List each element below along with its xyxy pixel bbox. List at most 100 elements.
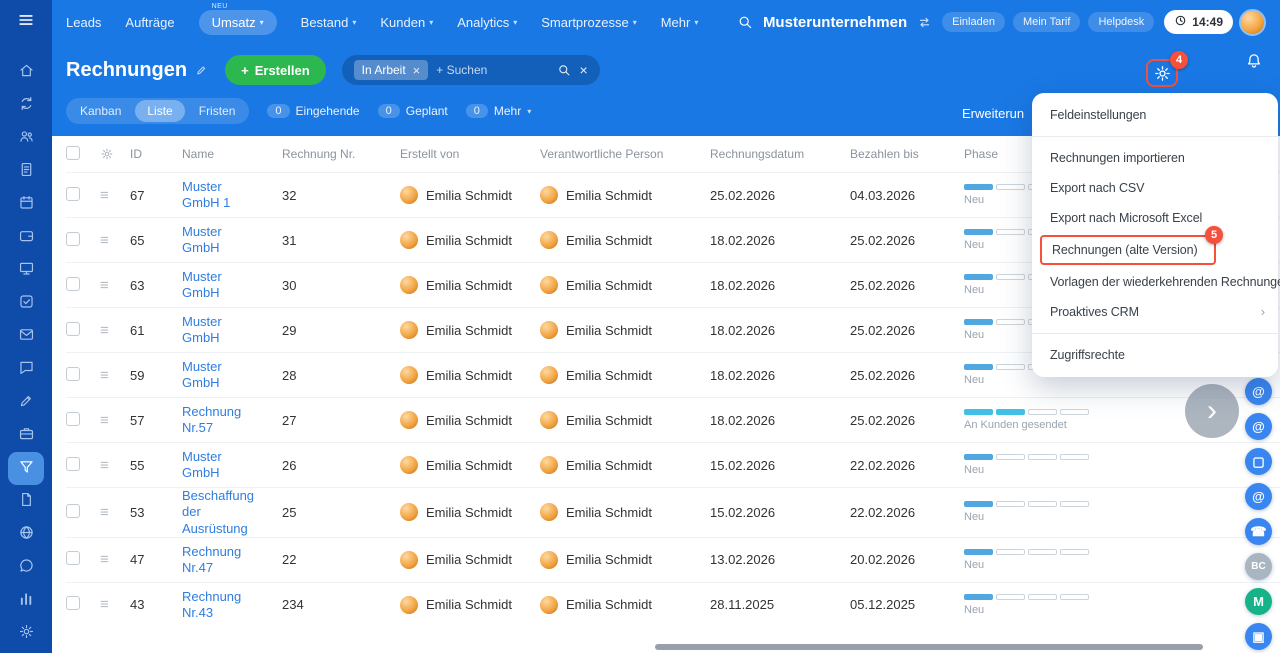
topnav-item[interactable]: Bestand▾ — [301, 15, 357, 30]
rail-button-avatar-bc[interactable]: BC — [1245, 553, 1272, 580]
table-row[interactable]: ≡53Beschaffung der Ausrüstung25Emilia Sc… — [66, 487, 1280, 537]
row-checkbox[interactable] — [66, 551, 80, 565]
drag-handle-icon[interactable]: ≡ — [100, 457, 130, 474]
sidebar-item-wallet[interactable] — [8, 221, 44, 254]
row-checkbox[interactable] — [66, 457, 80, 471]
menu-item-8[interactable]: Zugriffsrechte — [1032, 340, 1278, 370]
table-row[interactable]: ≡55Muster GmbH26Emilia SchmidtEmilia Sch… — [66, 442, 1280, 487]
topnav-item[interactable]: Aufträge — [125, 15, 174, 30]
rail-button-phone[interactable]: ☎ — [1245, 518, 1272, 545]
sidebar-item-calendar[interactable] — [8, 188, 44, 221]
drag-handle-icon[interactable]: ≡ — [100, 277, 130, 294]
column-header[interactable]: ID — [130, 147, 182, 161]
invoice-link[interactable]: Muster GmbH — [182, 269, 262, 302]
invoice-link[interactable]: Muster GmbH — [182, 449, 262, 482]
sidebar-item-home[interactable] — [8, 56, 44, 89]
phase-cell[interactable]: An Kunden gesendet — [964, 409, 1199, 431]
search-input[interactable]: + Suchen — [436, 63, 549, 77]
menu-item-2[interactable]: Rechnungen importieren — [1032, 143, 1278, 173]
rail-button-screenshare[interactable]: ▢ — [1245, 448, 1272, 475]
topnav-item[interactable]: Analytics▾ — [457, 15, 517, 30]
column-header[interactable]: Rechnung Nr. — [282, 147, 400, 161]
sidebar-menu-button[interactable] — [0, 0, 52, 44]
rail-button-copilot[interactable]: @ — [1245, 378, 1272, 405]
drag-handle-icon[interactable]: ≡ — [100, 187, 130, 204]
invoice-link[interactable]: Muster GmbH 1 — [182, 179, 262, 212]
menu-item-4[interactable]: Export nach Microsoft Excel — [1032, 203, 1278, 233]
column-header[interactable]: Verantwortliche Person — [540, 147, 710, 161]
row-checkbox[interactable] — [66, 187, 80, 201]
sidebar-item-users[interactable] — [8, 122, 44, 155]
rail-button-avatar-m[interactable]: M — [1245, 588, 1272, 615]
invoice-link[interactable]: Muster GmbH — [182, 224, 262, 257]
phase-cell[interactable]: Neu — [964, 594, 1199, 616]
topnav-item[interactable]: Kunden▾ — [380, 15, 433, 30]
invoice-link[interactable]: Muster GmbH — [182, 359, 262, 392]
menu-item-3[interactable]: Export nach CSV — [1032, 173, 1278, 203]
columns-settings-icon[interactable] — [100, 147, 130, 161]
column-header[interactable]: Name — [182, 147, 282, 161]
sidebar-item-settings[interactable] — [8, 617, 44, 650]
sidebar-item-messenger[interactable] — [8, 551, 44, 584]
avatar[interactable] — [1239, 9, 1266, 36]
sidebar-item-monitor[interactable] — [8, 254, 44, 287]
phase-cell[interactable]: Neu — [964, 549, 1199, 571]
invoice-link[interactable]: Muster GmbH — [182, 314, 262, 347]
quick-button-mein-tarif[interactable]: Mein Tarif — [1013, 12, 1080, 32]
horizontal-scrollbar[interactable] — [655, 644, 1203, 650]
row-checkbox[interactable] — [66, 504, 80, 518]
topnav-item[interactable]: Mehr▾ — [661, 15, 699, 30]
column-header[interactable]: Bezahlen bis — [850, 147, 964, 161]
sidebar-item-chart[interactable] — [8, 584, 44, 617]
counter-eingehende[interactable]: 0Eingehende — [267, 104, 359, 118]
rail-button-automation[interactable]: @ — [1245, 483, 1272, 510]
invoice-link[interactable]: Rechnung Nr.43 — [182, 589, 262, 622]
sidebar-item-globe[interactable] — [8, 518, 44, 551]
sidebar-item-pen[interactable] — [8, 386, 44, 419]
sidebar-item-briefcase[interactable] — [8, 419, 44, 452]
rail-button-assistant[interactable]: @ — [1245, 413, 1272, 440]
row-checkbox[interactable] — [66, 367, 80, 381]
next-page-chevron-button[interactable]: › — [1185, 384, 1239, 438]
sidebar-item-mail[interactable] — [8, 320, 44, 353]
sidebar-item-sync[interactable] — [8, 89, 44, 122]
drag-handle-icon[interactable]: ≡ — [100, 551, 130, 568]
row-checkbox[interactable] — [66, 412, 80, 426]
search-icon[interactable] — [737, 14, 753, 30]
sidebar-item-file[interactable] — [8, 485, 44, 518]
select-all-checkbox[interactable] — [66, 146, 80, 160]
invoice-link[interactable]: Rechnung Nr.47 — [182, 544, 262, 577]
drag-handle-icon[interactable]: ≡ — [100, 504, 130, 521]
column-header[interactable]: Erstellt von — [400, 147, 540, 161]
timer-button[interactable]: 14:49 — [1164, 10, 1233, 34]
sidebar-item-tasks[interactable] — [8, 287, 44, 320]
table-row[interactable]: ≡47Rechnung Nr.4722Emilia SchmidtEmilia … — [66, 537, 1280, 582]
invoice-link[interactable]: Rechnung Nr.57 — [182, 404, 262, 437]
view-tab-kanban[interactable]: Kanban — [68, 100, 133, 122]
menu-item-6[interactable]: Vorlagen der wiederkehrenden Rechnungen — [1032, 267, 1278, 297]
phase-cell[interactable]: Neu — [964, 501, 1199, 523]
filter-search-bar[interactable]: In Arbeit × + Suchen × — [342, 55, 600, 85]
quick-button-helpdesk[interactable]: Helpdesk — [1088, 12, 1154, 32]
invoice-link[interactable]: Beschaffung der Ausrüstung — [182, 488, 262, 537]
switch-company-icon[interactable] — [917, 15, 932, 30]
phase-cell[interactable]: Neu — [964, 454, 1199, 476]
quick-button-einladen[interactable]: Einladen — [942, 12, 1005, 32]
rail-button-gallery[interactable]: ▣ — [1245, 623, 1272, 650]
sidebar-item-funnel[interactable] — [8, 452, 44, 485]
filter-chip[interactable]: In Arbeit × — [354, 60, 429, 80]
company-name[interactable]: Musterunternehmen — [763, 14, 907, 31]
clear-search-icon[interactable]: × — [579, 62, 587, 78]
column-header[interactable]: Rechnungsdatum — [710, 147, 850, 161]
view-tab-fristen[interactable]: Fristen — [187, 100, 248, 122]
extensions-link[interactable]: Erweiterun — [962, 106, 1024, 121]
create-button[interactable]: + Erstellen — [225, 55, 326, 85]
row-checkbox[interactable] — [66, 232, 80, 246]
row-checkbox[interactable] — [66, 596, 80, 610]
menu-item-7[interactable]: Proaktives CRM› — [1032, 297, 1278, 327]
drag-handle-icon[interactable]: ≡ — [100, 367, 130, 384]
drag-handle-icon[interactable]: ≡ — [100, 232, 130, 249]
bell-icon[interactable] — [1245, 52, 1263, 75]
row-checkbox[interactable] — [66, 277, 80, 291]
sidebar-item-document[interactable] — [8, 155, 44, 188]
